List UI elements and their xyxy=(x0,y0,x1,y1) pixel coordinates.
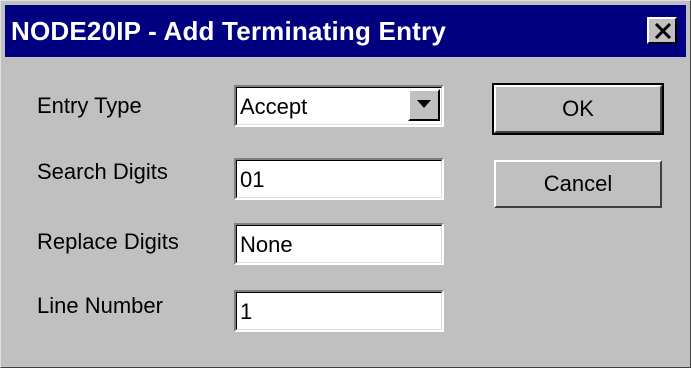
chevron-down-icon xyxy=(417,100,431,108)
line-number-field[interactable]: 1 xyxy=(234,290,444,332)
search-digits-value: 01 xyxy=(240,167,265,192)
add-terminating-entry-dialog: NODE20IP - Add Terminating Entry Entry T… xyxy=(0,0,691,368)
replace-digits-field[interactable]: None xyxy=(234,223,444,265)
entry-type-dropdown-button[interactable] xyxy=(408,89,440,121)
line-number-label: Line Number xyxy=(37,293,163,318)
entry-type-select[interactable]: Accept xyxy=(234,85,444,127)
cancel-button[interactable]: Cancel xyxy=(494,160,662,208)
replace-digits-label: Replace Digits xyxy=(37,229,179,254)
search-digits-field[interactable]: 01 xyxy=(234,158,444,200)
entry-type-label: Entry Type xyxy=(37,93,142,118)
line-number-value: 1 xyxy=(240,299,253,324)
search-digits-label: Search Digits xyxy=(37,159,168,184)
replace-digits-value: None xyxy=(240,232,293,257)
close-button[interactable] xyxy=(647,17,677,44)
close-icon xyxy=(654,23,672,39)
title-bar: NODE20IP - Add Terminating Entry xyxy=(5,5,686,57)
entry-type-value: Accept xyxy=(240,94,308,119)
window-title: NODE20IP - Add Terminating Entry xyxy=(11,16,446,46)
ok-button[interactable]: OK xyxy=(492,83,664,135)
